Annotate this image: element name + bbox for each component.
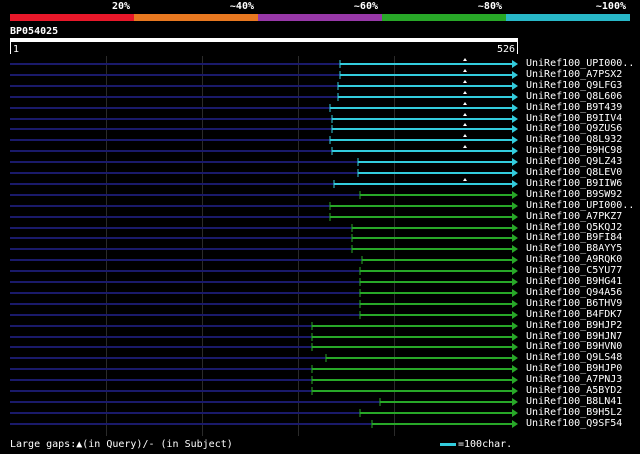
- hit-label[interactable]: UniRef100_Q8L932: [526, 134, 622, 145]
- hit-arrow: [512, 333, 518, 341]
- hit-label[interactable]: UniRef100_B8LN41: [526, 396, 622, 407]
- hit-arrow: [512, 409, 518, 417]
- hit-arrow: [512, 311, 518, 319]
- hit-label[interactable]: UniRef100_Q9ZUS6: [526, 123, 622, 134]
- hit-arrow: [512, 387, 518, 395]
- hit-arrow: [512, 300, 518, 308]
- hit-arrow: [512, 234, 518, 242]
- hit-arrow: [512, 278, 518, 286]
- hit-arrow: [512, 71, 518, 79]
- hit-arrow: [512, 191, 518, 199]
- hit-arrow: [512, 354, 518, 362]
- gap-marker-icon: [463, 145, 467, 148]
- hit-arrow: [512, 376, 518, 384]
- hit-arrow: [512, 180, 518, 188]
- hit-arrow: [512, 224, 518, 232]
- hit-arrow: [512, 365, 518, 373]
- hit-list: UniRef100_UPI000.. UniRef100_A7PSX2 UniRef…: [0, 0, 640, 454]
- scale-bar: [440, 442, 456, 446]
- hit-label[interactable]: UniRef100_Q8LEV0: [526, 167, 622, 178]
- gap-marker-icon: [463, 123, 467, 126]
- hit-arrow: [512, 115, 518, 123]
- hit-arrow: [512, 343, 518, 351]
- hit-arrow: [512, 60, 518, 68]
- gap-marker-icon: [463, 102, 467, 105]
- hit-arrow: [512, 256, 518, 264]
- hit-arrow: [512, 245, 518, 253]
- hit-arrow: [512, 93, 518, 101]
- gap-marker-icon: [463, 58, 467, 61]
- hit-arrow: [512, 82, 518, 90]
- hit-label[interactable]: UniRef100_B9HJP0: [526, 363, 622, 374]
- hit-arrow: [512, 267, 518, 275]
- hit-arrow: [512, 202, 518, 210]
- gap-marker-icon: [463, 113, 467, 116]
- hit-label[interactable]: UniRef100_Q9LFG3: [526, 80, 622, 91]
- hit-label[interactable]: UniRef100_A7PKZ7: [526, 211, 622, 222]
- hit-label[interactable]: UniRef100_Q94A56: [526, 287, 622, 298]
- hit-arrow: [512, 289, 518, 297]
- gap-marker-icon: [463, 80, 467, 83]
- hit-arrow: [512, 213, 518, 221]
- hit-label[interactable]: UniRef100_B9HJP2: [526, 320, 622, 331]
- gap-marker-icon: [463, 178, 467, 181]
- hit-arrow: [512, 125, 518, 133]
- hit-label[interactable]: UniRef100_Q9LS48: [526, 352, 622, 363]
- hit-label[interactable]: UniRef100_B9T439: [526, 102, 622, 113]
- gaps-legend: Large gaps:▲(in Query)/‐ (in Subject): [10, 439, 233, 450]
- hit-label[interactable]: UniRef100_B9FI84: [526, 232, 622, 243]
- gap-marker-icon: [463, 91, 467, 94]
- hit-arrow: [512, 169, 518, 177]
- hit-arrow: [512, 398, 518, 406]
- hit-arrow: [512, 136, 518, 144]
- hit-arrow: [512, 158, 518, 166]
- hit-arrow: [512, 420, 518, 428]
- hit-label[interactable]: UniRef100_A7PSX2: [526, 69, 622, 80]
- scale-legend: =100char.: [440, 439, 512, 450]
- hit-label[interactable]: UniRef100_B9HVN0: [526, 341, 622, 352]
- hit-label[interactable]: UniRef100_UPI000..: [526, 58, 634, 69]
- gap-marker-icon: [463, 69, 467, 72]
- hit-label[interactable]: UniRef100_Q9SF54: [526, 418, 622, 429]
- hit-arrow: [512, 147, 518, 155]
- hit-label[interactable]: UniRef100_B8AYY5: [526, 243, 622, 254]
- hit-label[interactable]: UniRef100_B9H5L2: [526, 407, 622, 418]
- hit-label[interactable]: UniRef100_B4FDK7: [526, 309, 622, 320]
- hit-label[interactable]: UniRef100_C5YU77: [526, 265, 622, 276]
- hit-label[interactable]: UniRef100_Q9LZ43: [526, 156, 622, 167]
- scale-label: =100char.: [458, 439, 513, 450]
- hit-label[interactable]: UniRef100_B9HC98: [526, 145, 622, 156]
- hit-arrow: [512, 322, 518, 330]
- hit-label[interactable]: UniRef100_B9HG41: [526, 276, 622, 287]
- hit-label[interactable]: UniRef100_A5BYD2: [526, 385, 622, 396]
- hit-label[interactable]: UniRef100_A7PNJ3: [526, 374, 622, 385]
- hit-label[interactable]: UniRef100_B6THV9: [526, 298, 622, 309]
- gap-marker-icon: [463, 134, 467, 137]
- hit-label[interactable]: UniRef100_UPI000..: [526, 200, 634, 211]
- hit-label[interactable]: UniRef100_B9SW92: [526, 189, 622, 200]
- hit-arrow: [512, 104, 518, 112]
- hit-label[interactable]: UniRef100_Q8L606: [526, 91, 622, 102]
- hit-label[interactable]: UniRef100_A9RQK0: [526, 254, 622, 265]
- hit-label[interactable]: UniRef100_B9IIW6: [526, 178, 622, 189]
